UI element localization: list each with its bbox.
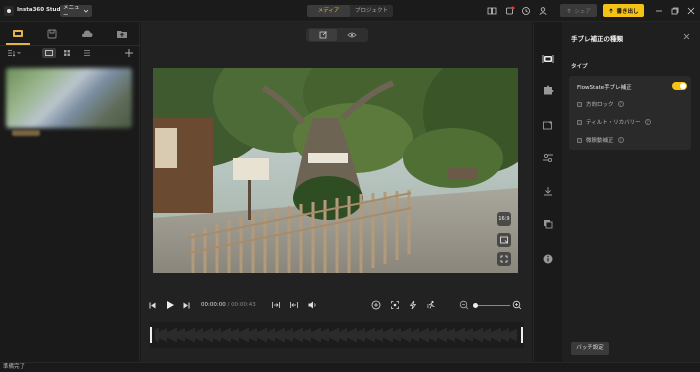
flash-icon[interactable] — [408, 300, 418, 310]
status-bar: 準備完了 — [0, 362, 700, 372]
sort-icon[interactable] — [7, 49, 21, 57]
user-icon[interactable] — [538, 6, 548, 16]
edit-preview-switch — [306, 28, 368, 42]
mode-switch: メディア プロジェクト — [307, 5, 393, 17]
tab-media[interactable]: メディア — [307, 5, 350, 17]
color-tune-icon[interactable] — [542, 152, 554, 164]
tilt-recovery-checkbox[interactable] — [577, 119, 582, 125]
large-view-icon[interactable] — [42, 48, 56, 58]
reframe-icon[interactable] — [390, 300, 400, 310]
info-icon[interactable]: ? — [617, 101, 624, 107]
option-label: 微振動補正 — [586, 138, 614, 144]
panel-title: 手ブレ補正の種類 — [571, 35, 623, 43]
option-label: 方向ロック — [586, 102, 614, 108]
cloud-icon[interactable] — [80, 27, 94, 41]
option-tilt-recovery[interactable]: ティルト・リカバリー ? — [577, 118, 651, 126]
upload-folder-icon[interactable] — [115, 27, 129, 41]
folder-icon[interactable] — [45, 27, 59, 41]
video-preview[interactable]: 16:9 — [153, 68, 518, 273]
layers-icon[interactable] — [542, 218, 554, 230]
divider — [0, 45, 140, 46]
micro-vibration-checkbox[interactable] — [577, 137, 582, 143]
export-label: 書き出し — [616, 8, 639, 15]
previous-icon[interactable] — [148, 301, 157, 310]
time-display: 00:00:00 / 00:00:43 — [201, 302, 256, 308]
stabilization-options: FlowState手ブレ補正 方向ロック ? ティルト・リカバリー ? 微振動補… — [569, 76, 691, 150]
tool-bar — [533, 22, 561, 362]
volume-icon[interactable] — [307, 300, 317, 310]
option-direction-lock[interactable]: 方向ロック ? — [577, 100, 624, 108]
share-button[interactable]: シェア — [560, 4, 597, 17]
notification-icon[interactable] — [505, 6, 515, 16]
trim-end-handle[interactable] — [521, 327, 523, 343]
flowstate-toggle[interactable] — [672, 82, 687, 90]
play-icon[interactable] — [165, 300, 175, 310]
tab-project[interactable]: プロジェクト — [350, 5, 393, 17]
batch-settings-button[interactable]: バッチ設定 — [571, 342, 609, 355]
flowstate-label: FlowState手ブレ補正 — [577, 85, 632, 91]
motion-icon[interactable] — [426, 300, 436, 310]
share-label: シェア — [574, 8, 591, 15]
thumbnail-tag — [12, 130, 40, 136]
eye-icon[interactable] — [338, 29, 366, 41]
option-label: ティルト・リカバリー — [586, 120, 641, 126]
edit-mode-icon[interactable] — [309, 29, 337, 41]
top-bar: Insta360 Studio メニュー メディア プロジェクト シェア 書き出… — [0, 0, 700, 22]
zoom-slider[interactable] — [474, 305, 510, 306]
aspect-ratio-button[interactable]: 16:9 — [497, 212, 511, 226]
total-time: 00:00:43 — [231, 302, 256, 308]
close-icon[interactable] — [683, 33, 690, 40]
local-media-icon[interactable] — [11, 27, 25, 41]
zoom-out-icon[interactable] — [459, 300, 469, 310]
trim-end-icon[interactable] — [289, 300, 299, 310]
info-icon[interactable]: ? — [617, 137, 624, 143]
export-button[interactable]: 書き出し — [603, 4, 644, 17]
stabilization-icon[interactable] — [542, 53, 554, 65]
trim-start-handle[interactable] — [150, 327, 152, 343]
book-icon[interactable] — [487, 6, 497, 16]
menu-label: メニュー — [63, 5, 80, 19]
restore-icon[interactable] — [670, 6, 680, 16]
trim-start-icon[interactable] — [271, 300, 281, 310]
zoom-in-icon[interactable] — [512, 300, 522, 310]
type-heading: タイプ — [571, 64, 588, 70]
chevron-down-icon — [83, 8, 89, 14]
direction-lock-checkbox[interactable] — [577, 101, 582, 107]
fullscreen-icon[interactable] — [497, 252, 511, 266]
media-library-panel — [0, 22, 140, 362]
enhance-icon[interactable] — [542, 119, 554, 131]
current-time: 00:00:00 — [201, 302, 226, 308]
download-icon[interactable] — [542, 185, 554, 197]
info-icon[interactable] — [542, 253, 554, 265]
app-logo — [4, 6, 14, 16]
puzzle-icon[interactable] — [542, 84, 554, 96]
menu-dropdown[interactable]: メニュー — [60, 5, 92, 19]
stabilization-panel: 手ブレ補正の種類 タイプ FlowState手ブレ補正 方向ロック ? ティルト… — [562, 22, 700, 362]
grid-view-icon[interactable] — [63, 49, 71, 57]
info-icon[interactable]: ? — [644, 119, 651, 125]
app-title: Insta360 Studio — [17, 7, 67, 13]
option-micro-vibration[interactable]: 微振動補正 ? — [577, 136, 624, 144]
close-icon[interactable] — [686, 6, 696, 16]
next-icon[interactable] — [182, 301, 191, 310]
minimize-icon[interactable] — [654, 6, 664, 16]
timeline[interactable] — [150, 322, 524, 348]
add-keyframe-icon[interactable] — [371, 300, 381, 310]
add-icon[interactable] — [124, 48, 134, 58]
crop-icon[interactable] — [497, 233, 511, 247]
refresh-icon[interactable] — [521, 6, 531, 16]
list-view-icon[interactable] — [83, 49, 91, 57]
zoom-slider-handle[interactable] — [473, 303, 478, 308]
media-thumbnail[interactable] — [6, 68, 132, 128]
